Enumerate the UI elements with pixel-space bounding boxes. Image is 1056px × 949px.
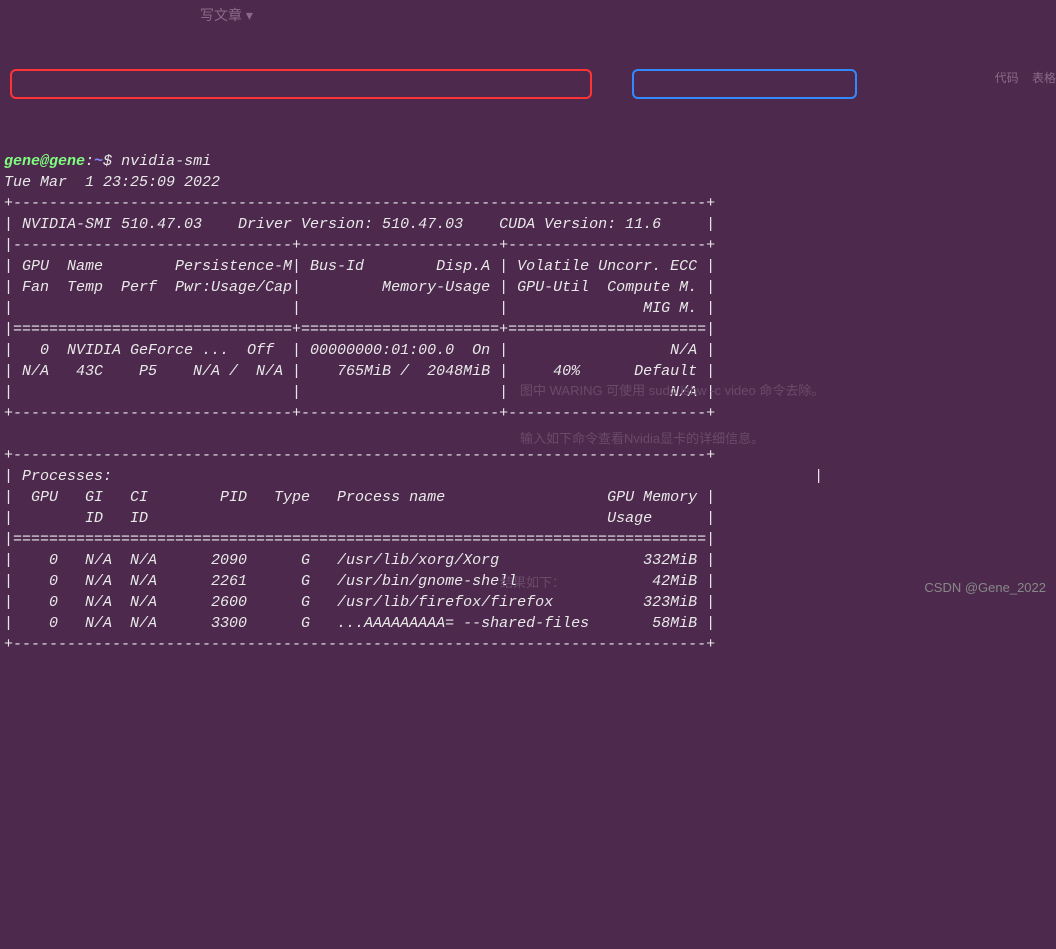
process-row-1: | 0 N/A N/A 2261 G /usr/bin/gnome-shell … xyxy=(4,573,715,590)
background-toolbar: 代码 表格 xyxy=(995,70,1056,87)
process-row-3: | 0 N/A N/A 3300 G ...AAAAAAAAA= --share… xyxy=(4,615,715,632)
process-row-0: | 0 N/A N/A 2090 G /usr/lib/xorg/Xorg 33… xyxy=(4,552,715,569)
header-line: | NVIDIA-SMI 510.47.03 Driver Version: 5… xyxy=(4,216,715,233)
proc-divider-top: +---------------------------------------… xyxy=(4,447,715,464)
gpu-row2: | N/A 43C P5 N/A / N/A | 765MiB / 2048Mi… xyxy=(4,363,715,380)
background-title: 写文章 ▾ xyxy=(200,6,253,26)
gpu-header-row3: | | | MIG M. | xyxy=(4,300,715,317)
divider-mid: |-------------------------------+-------… xyxy=(4,237,715,254)
prompt-dollar: $ xyxy=(103,153,112,170)
highlight-red-box xyxy=(10,69,592,99)
divider-eq: |===============================+=======… xyxy=(4,321,715,338)
highlight-blue-box xyxy=(632,69,857,99)
processes-header2: | ID ID Usage | xyxy=(4,510,715,527)
timestamp: Tue Mar 1 23:25:09 2022 xyxy=(4,174,220,191)
processes-label: | Processes: xyxy=(4,468,112,485)
prompt-separator: : xyxy=(85,153,94,170)
gpu-header-row2: | Fan Temp Perf Pwr:Usage/Cap| Memory-Us… xyxy=(4,279,715,296)
proc-divider-bottom: +---------------------------------------… xyxy=(4,636,715,653)
terminal-content: gene@gene:~$ nvidia-smi Tue Mar 1 23:25:… xyxy=(4,151,1052,655)
proc-close-pipe: | xyxy=(112,468,823,485)
prompt-path: ~ xyxy=(94,153,103,170)
prompt-user: gene@gene xyxy=(4,153,85,170)
watermark: CSDN @Gene_2022 xyxy=(924,579,1046,597)
divider-bottom: +-------------------------------+-------… xyxy=(4,405,715,422)
gpu-row3: | | | N/A | xyxy=(4,384,715,401)
proc-divider-eq: |=======================================… xyxy=(4,531,715,548)
gpu-header-row1: | GPU Name Persistence-M| Bus-Id Disp.A … xyxy=(4,258,715,275)
gpu-row1: | 0 NVIDIA GeForce ... Off | 00000000:01… xyxy=(4,342,715,359)
processes-header1: | GPU GI CI PID Type Process name GPU Me… xyxy=(4,489,715,506)
divider-top: +---------------------------------------… xyxy=(4,195,715,212)
command-text: nvidia-smi xyxy=(121,153,211,170)
